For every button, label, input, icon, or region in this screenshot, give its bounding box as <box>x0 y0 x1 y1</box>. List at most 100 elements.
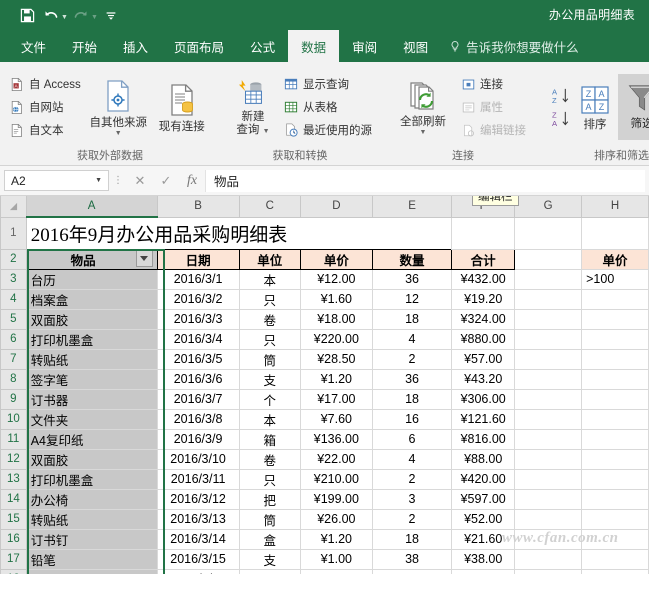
refresh-all-button[interactable]: 全部刷新 ▼ <box>387 78 459 136</box>
cell-G2[interactable] <box>515 249 582 269</box>
cell-unit[interactable]: 只 <box>239 289 300 309</box>
cell-unit[interactable]: 筒 <box>239 509 300 529</box>
cell-item[interactable]: 订书钉 <box>26 529 157 549</box>
cell-qty[interactable]: 16 <box>372 409 451 429</box>
cell-qty[interactable]: 2 <box>372 569 451 574</box>
cell-H[interactable] <box>582 509 649 529</box>
row-header-13[interactable]: 13 <box>1 469 27 489</box>
cell-unit[interactable]: 支 <box>239 369 300 389</box>
cell-H[interactable] <box>582 449 649 469</box>
row-header-12[interactable]: 12 <box>1 449 27 469</box>
confirm-icon[interactable]: ✓ <box>153 170 179 192</box>
cell-F2-header-total[interactable]: 合计 <box>452 249 515 269</box>
name-box[interactable]: A2 ▼ <box>4 170 109 191</box>
cell-H[interactable] <box>582 349 649 369</box>
cell-G[interactable] <box>515 329 582 349</box>
cell-total[interactable]: ¥264.00 <box>452 569 515 574</box>
cell-G[interactable] <box>515 509 582 529</box>
cell-B2-header-date[interactable]: 日期 <box>157 249 239 269</box>
chevron-down-icon[interactable]: ▼ <box>420 130 427 136</box>
sort-ascending-button[interactable]: A Z <box>551 86 572 106</box>
cell-H1[interactable] <box>582 217 649 249</box>
cell-H[interactable] <box>582 329 649 349</box>
cell-item[interactable]: 转贴纸 <box>26 509 157 529</box>
row-header-11[interactable]: 11 <box>1 429 27 449</box>
filter-dropdown-button[interactable] <box>136 250 153 267</box>
column-header-C[interactable]: C <box>239 196 300 217</box>
tab-data[interactable]: 数据 <box>288 30 339 62</box>
cell-date[interactable]: 2016/3/14 <box>157 529 239 549</box>
cell-item[interactable]: A4复印纸 <box>26 429 157 449</box>
cell-H[interactable] <box>582 289 649 309</box>
cell-G[interactable] <box>515 489 582 509</box>
cell-date[interactable]: 2016/3/12 <box>157 489 239 509</box>
from-text-button[interactable]: 自文本 <box>7 120 87 141</box>
cell-C2-header-unit[interactable]: 单位 <box>239 249 300 269</box>
cell-date[interactable]: 2016/3/2 <box>157 289 239 309</box>
formula-bar-grip[interactable]: ⋮ <box>109 175 127 186</box>
from-other-sources-button[interactable]: 自其他来源 ▼ <box>87 77 150 137</box>
cell-unit[interactable]: 卷 <box>239 449 300 469</box>
cell-date[interactable]: 2016/3/8 <box>157 409 239 429</box>
cell-unit[interactable]: 个 <box>239 389 300 409</box>
recent-sources-button[interactable]: 最近使用的源 <box>281 120 373 141</box>
insert-function-icon[interactable]: fx <box>179 170 205 192</box>
sort-descending-button[interactable]: Z A <box>551 109 572 129</box>
cell-price[interactable]: ¥18.00 <box>300 309 372 329</box>
cell-qty[interactable]: 2 <box>372 469 451 489</box>
tab-page-layout[interactable]: 页面布局 <box>161 30 237 62</box>
cell-date[interactable]: 2016/3/4 <box>157 329 239 349</box>
cell-G[interactable] <box>515 349 582 369</box>
cell-unit[interactable]: 本 <box>239 269 300 289</box>
cell-item[interactable]: A4复印纸 <box>26 569 157 574</box>
customize-qat-icon[interactable] <box>100 4 122 26</box>
cell-total[interactable]: ¥121.60 <box>452 409 515 429</box>
from-table-button[interactable]: 从表格 <box>281 97 373 118</box>
cell-total[interactable]: ¥880.00 <box>452 329 515 349</box>
undo-icon[interactable] <box>40 4 62 26</box>
sheet-title[interactable]: 2016年9月办公用品采购明细表 <box>26 217 451 249</box>
cell-date[interactable]: 2016/3/3 <box>157 309 239 329</box>
row-header-8[interactable]: 8 <box>1 369 27 389</box>
cell-H[interactable] <box>582 409 649 429</box>
new-query-button[interactable]: 新建 查询 ▼ <box>227 77 279 138</box>
cell-total[interactable]: ¥324.00 <box>452 309 515 329</box>
cell-qty[interactable]: 18 <box>372 389 451 409</box>
tab-file[interactable]: 文件 <box>8 30 59 62</box>
formula-input[interactable]: 物品 <box>205 170 645 192</box>
cell-G[interactable] <box>515 549 582 569</box>
cell-H3-criteria-value[interactable]: >100 <box>582 269 649 289</box>
redo-icon[interactable] <box>70 4 92 26</box>
cell-item[interactable]: 文件夹 <box>26 409 157 429</box>
from-access-button[interactable]: A 自 Access <box>7 74 87 95</box>
row-header-10[interactable]: 10 <box>1 409 27 429</box>
cell-item[interactable]: 铅笔 <box>26 549 157 569</box>
cell-qty[interactable]: 18 <box>372 529 451 549</box>
cell-D2-header-price[interactable]: 单价 <box>300 249 372 269</box>
cell-qty[interactable]: 4 <box>372 449 451 469</box>
cell-unit[interactable]: 本 <box>239 409 300 429</box>
column-header-B[interactable]: B <box>157 196 239 217</box>
connections-button[interactable]: 连接 <box>459 74 539 95</box>
row-header-7[interactable]: 7 <box>1 349 27 369</box>
show-queries-button[interactable]: 显示查询 <box>281 74 373 95</box>
cell-item[interactable]: 打印机墨盒 <box>26 329 157 349</box>
tab-view[interactable]: 视图 <box>390 30 441 62</box>
cell-unit[interactable]: 盒 <box>239 529 300 549</box>
cell-H[interactable] <box>582 489 649 509</box>
redo-dropdown-icon[interactable]: ▼ <box>91 14 98 21</box>
cell-E2-header-qty[interactable]: 数量 <box>372 249 451 269</box>
cell-price[interactable]: ¥220.00 <box>300 329 372 349</box>
row-header-1[interactable]: 1 <box>1 217 27 249</box>
cell-date[interactable]: 2016/3/16 <box>157 569 239 574</box>
cell-A2-header-item[interactable]: 物品 <box>26 249 157 269</box>
cell-total[interactable]: ¥52.00 <box>452 509 515 529</box>
cell-unit[interactable]: 筒 <box>239 349 300 369</box>
cell-price[interactable]: ¥199.00 <box>300 489 372 509</box>
cell-qty[interactable]: 18 <box>372 309 451 329</box>
cell-date[interactable]: 2016/3/6 <box>157 369 239 389</box>
cell-unit[interactable]: 只 <box>239 329 300 349</box>
cell-G[interactable] <box>515 529 582 549</box>
save-icon[interactable] <box>16 4 38 26</box>
cell-price[interactable]: ¥12.00 <box>300 269 372 289</box>
